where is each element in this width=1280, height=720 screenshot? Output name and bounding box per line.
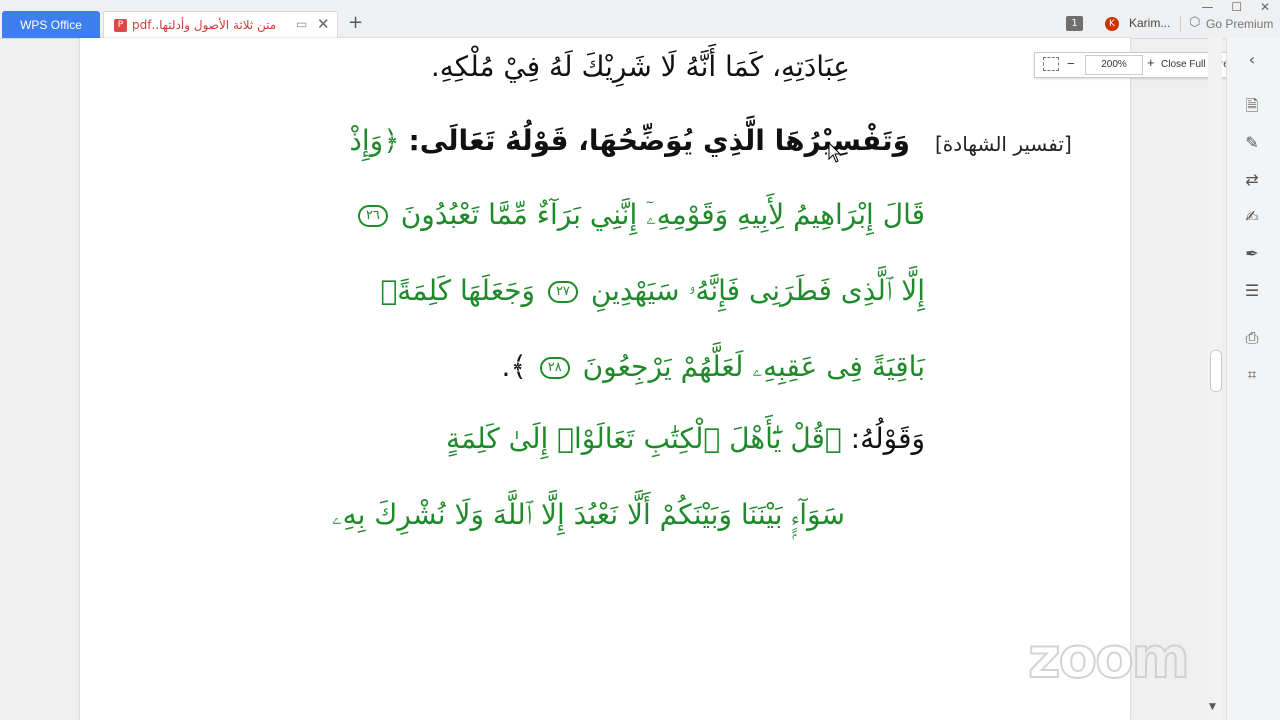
- convert-icon[interactable]: ⇄: [1242, 170, 1262, 190]
- tab-document[interactable]: P متن ثلاثة الأصول وأدلتها..pdf ▭ ✕: [103, 11, 338, 39]
- tab-wps-office[interactable]: WPS Office: [2, 11, 100, 38]
- document-page[interactable]: عِبَادَتِهِ، كَمَا أَنَّهُ لَا شَرِيْكَ …: [80, 38, 1130, 720]
- verse-28-text: بَاقِيَةً فِى عَقِبِهِۦ لَعَلَّهُمْ يَرْ…: [582, 350, 925, 383]
- text-line-6: وَقَوْلُهُ: ﴿قُلْ يَٰٓأَهْلَ ٱلْكِتَٰبِ …: [446, 422, 925, 455]
- text-line-4: إِلَّا ٱلَّذِى فَطَرَنِى فَإِنَّهُۥ سَيَ…: [380, 274, 925, 308]
- text-line-7: سَوَآءٍۭ بَيْنَنَا وَبَيْنَكُمْ أَلَّا ن…: [331, 498, 845, 531]
- text-line-1: عِبَادَتِهِ، كَمَا أَنَّهُ لَا شَرِيْكَ …: [430, 50, 850, 83]
- premium-icon[interactable]: ⬡: [1189, 15, 1200, 30]
- pdf-icon: P: [114, 19, 127, 32]
- zoom-watermark: zoom: [1027, 625, 1191, 692]
- mouse-cursor-icon: [828, 142, 842, 163]
- verse-number-26: ٢٦: [357, 205, 388, 227]
- minimize-icon[interactable]: —: [1202, 0, 1214, 14]
- collapse-panel-icon[interactable]: ‹: [1242, 50, 1262, 70]
- maximize-icon[interactable]: ☐: [1231, 0, 1242, 14]
- verse-28-start: وَجَعَلَهَا كَلِمَةًۢ: [380, 274, 536, 307]
- text-line-2-quote: ﴿وَإِذْ: [349, 124, 400, 157]
- export-pdf-icon[interactable]: 🗎: [1242, 96, 1262, 116]
- text-line-2: وَتَفْسِيْرُهَا الَّذِي يُوَضِّحُهَا، قَ…: [349, 124, 910, 157]
- edit-icon[interactable]: ✎: [1242, 133, 1262, 153]
- window-controls: — ☐ ✕: [1188, 0, 1270, 14]
- verse-27-text: إِلَّا ٱلَّذِى فَطَرَنِى فَإِنَّهُۥ سَيَ…: [590, 274, 925, 307]
- text-line-3: قَالَ إِبْرَاهِيمُ لِأَبِيهِ وَقَوْمِهِۦ…: [354, 198, 925, 232]
- divider: [1180, 16, 1181, 32]
- text-line-6-intro: وَقَوْلُهُ:: [850, 422, 925, 455]
- close-window-icon[interactable]: ✕: [1260, 0, 1270, 14]
- title-bar: WPS Office P متن ثلاثة الأصول وأدلتها..p…: [0, 0, 1280, 39]
- compare-icon[interactable]: ☰: [1242, 281, 1262, 301]
- scrollbar-thumb[interactable]: [1210, 350, 1222, 392]
- verse-number-28: ٢٨: [539, 357, 570, 379]
- window-count-badge[interactable]: 1: [1066, 16, 1083, 31]
- go-premium-button[interactable]: Go Premium: [1206, 17, 1273, 31]
- zoom-level-input[interactable]: 200%: [1085, 55, 1143, 75]
- verse-26-text: قَالَ إِبْرَاهِيمُ لِأَبِيهِ وَقَوْمِهِۦ…: [400, 198, 925, 231]
- print-icon[interactable]: ⎙: [1242, 328, 1262, 348]
- close-tab-icon[interactable]: ✕: [317, 15, 330, 33]
- annotate-icon[interactable]: ✍: [1242, 207, 1262, 227]
- fit-page-icon[interactable]: [1043, 57, 1059, 71]
- float-window-icon[interactable]: ▭: [296, 17, 307, 31]
- tab-document-label: متن ثلاثة الأصول وأدلتها..pdf: [132, 18, 277, 32]
- quote-end: ﴾.: [501, 350, 527, 383]
- avatar[interactable]: K: [1105, 17, 1119, 31]
- sign-icon[interactable]: ✒: [1242, 244, 1262, 264]
- username[interactable]: Karim...: [1129, 16, 1170, 30]
- zoom-out-button[interactable]: −: [1067, 56, 1075, 71]
- crop-icon[interactable]: ⌗: [1242, 365, 1262, 385]
- text-line-6-quote: ﴿قُلْ يَٰٓأَهْلَ ٱلْكِتَٰبِ تَعَالَوْا۟ …: [445, 422, 842, 455]
- verse-number-27: ٢٧: [547, 281, 578, 303]
- scroll-down-icon[interactable]: ▼: [1209, 702, 1216, 712]
- margin-note: [تفسير الشهادة]: [935, 132, 1072, 156]
- right-toolbar: ‹ 🗎 ✎ ⇄ ✍ ✒ ☰ ⎙ ⌗: [1226, 38, 1280, 720]
- add-tab-button[interactable]: +: [348, 12, 363, 33]
- text-line-5: بَاقِيَةً فِى عَقِبِهِۦ لَعَلَّهُمْ يَرْ…: [502, 350, 926, 384]
- zoom-in-button[interactable]: +: [1147, 55, 1155, 70]
